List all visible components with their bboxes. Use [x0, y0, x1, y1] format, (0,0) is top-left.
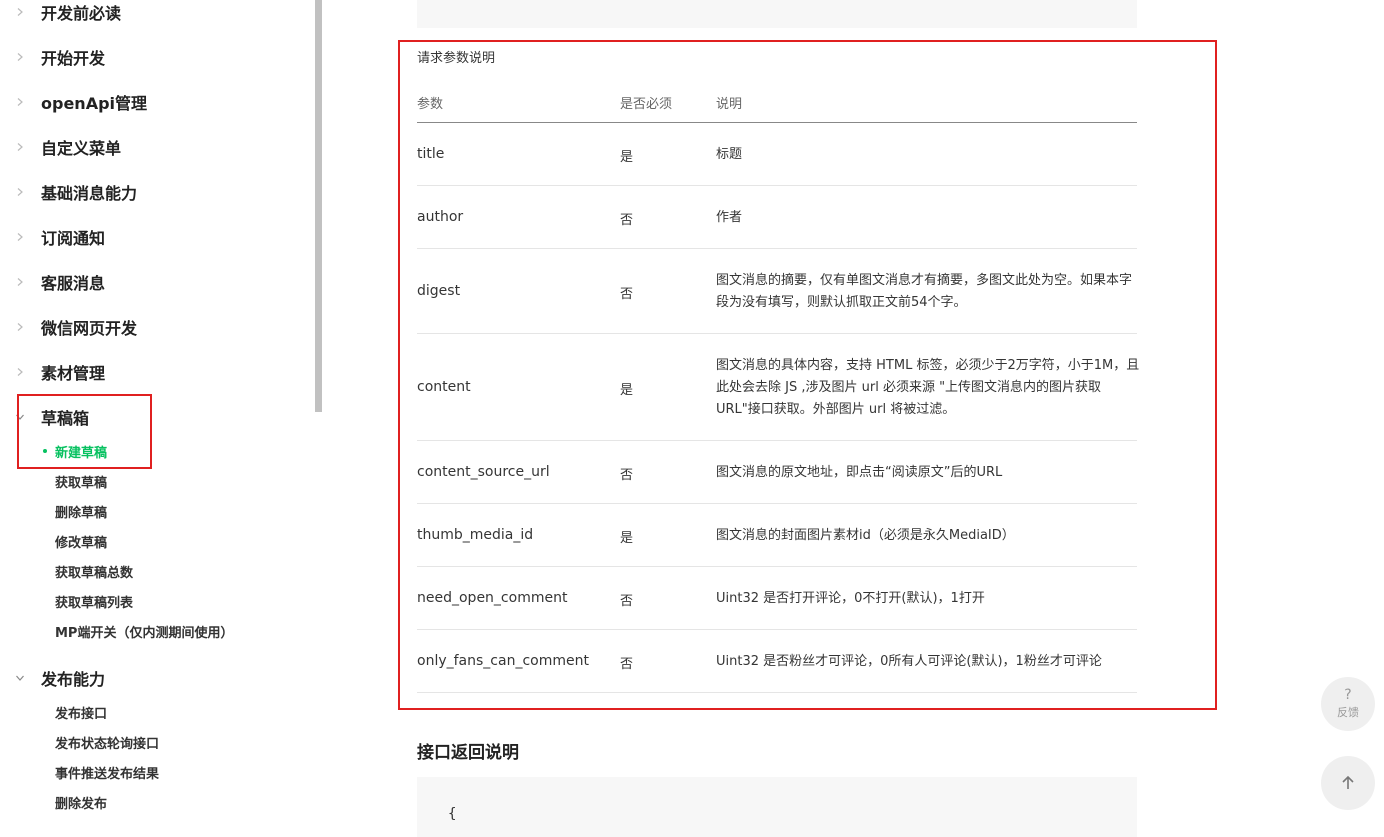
sidebar-item-label: 发布能力 — [41, 670, 106, 689]
code-block-return — [417, 777, 1137, 837]
cell-param: thumb_media_id — [417, 526, 534, 543]
chevron-down-icon — [14, 672, 26, 684]
sidebar-item-label: 素材管理 — [41, 364, 106, 383]
cell-param: digest — [417, 282, 461, 299]
sidebar-item-1[interactable]: 开始开发 — [0, 45, 300, 69]
sidebar-item-0[interactable]: 开发前必读 — [0, 0, 300, 24]
chevron-right-icon — [14, 6, 26, 18]
draft-sub-item[interactable]: 获取草稿总数 — [55, 562, 133, 581]
chevron-right-icon — [14, 366, 26, 378]
sidebar-item-8[interactable]: 素材管理 — [0, 360, 300, 384]
cell-required: 是 — [620, 382, 634, 398]
cell-desc: 标题 — [716, 146, 743, 162]
sidebar-item-6[interactable]: 客服消息 — [0, 270, 300, 294]
chevron-right-icon — [14, 141, 26, 153]
cell-desc: 图文消息的摘要，仅有单图文消息才有摘要，多图文此处为空。如果本字段为没有填写，则… — [716, 272, 1133, 310]
cell-desc: 作者 — [716, 209, 743, 225]
cell-param: author — [417, 208, 464, 225]
back-to-top-button[interactable] — [1321, 756, 1375, 810]
cell-param: title — [417, 145, 445, 162]
active-bullet — [43, 449, 47, 453]
sidebar-item-label: 微信网页开发 — [41, 319, 138, 338]
cell-required: 是 — [620, 530, 634, 546]
arrow-up-icon — [1342, 775, 1354, 789]
table-row: content 是 图文消息的具体内容，支持 HTML 标签，必须少于2万字符，小于… — [417, 334, 1140, 441]
chevron-right-icon — [14, 96, 26, 108]
sidebar-scrollbar[interactable] — [315, 0, 322, 412]
chevron-right-icon — [14, 321, 26, 333]
sidebar-item-label: openApi管理 — [41, 94, 148, 113]
feedback-button[interactable]: ? 反馈 — [1321, 677, 1375, 731]
code-brace: { — [448, 806, 457, 822]
cell-required: 是 — [620, 149, 634, 165]
chevron-right-icon — [14, 276, 26, 288]
draft-sub-item[interactable]: 新建草稿 — [55, 442, 107, 461]
draft-sub-item[interactable]: 获取草稿 — [55, 472, 107, 491]
table-row: digest 否 图文消息的摘要，仅有单图文消息才有摘要，多图文此处为空。如果本字段… — [417, 249, 1137, 334]
sidebar-item-label: 自定义菜单 — [41, 139, 122, 158]
params-table: 参数 是否必须 说明 title 是标题 author 否作者 digest 否图文消息的… — [417, 80, 1140, 693]
sidebar-item-4[interactable]: 基础消息能力 — [0, 180, 300, 204]
header-required: 是否必须 — [620, 97, 673, 112]
table-row: title 是 标题 — [417, 123, 1137, 186]
table-row: content_source_url 否 图文消息的原文地址，即点击“阅读原文”后的… — [417, 441, 1137, 504]
draft-sub-item[interactable]: MP端开关（仅内测期间使用） — [55, 622, 233, 641]
sidebar-item-label: 基础消息能力 — [41, 184, 138, 203]
cell-desc: 图文消息的具体内容，支持 HTML 标签，必须少于2万字符，小于1M，且此处会去… — [716, 357, 1140, 417]
chevron-right-icon — [14, 51, 26, 63]
cell-desc: 图文消息的封面图片素材id（必须是永久MediaID） — [716, 527, 1015, 543]
sidebar-item-label: 开始开发 — [41, 49, 106, 68]
draft-sub-item[interactable]: 获取草稿列表 — [55, 592, 133, 611]
chevron-down-icon — [14, 411, 26, 423]
cell-required: 否 — [620, 656, 634, 672]
cell-required: 否 — [620, 593, 634, 609]
table-header: 参数 是否必须 说明 — [417, 80, 1137, 123]
cell-required: 否 — [620, 286, 634, 302]
sidebar-item-label: 客服消息 — [41, 274, 106, 293]
sidebar-item-5[interactable]: 订阅通知 — [0, 225, 300, 249]
chevron-right-icon — [14, 231, 26, 243]
cell-desc: Uint32 是否打开评论，0不打开(默认)，1打开 — [716, 590, 985, 606]
sidebar-item-label: 草稿箱 — [41, 409, 90, 428]
question-icon: ? — [1344, 687, 1352, 703]
draft-sub-item[interactable]: 修改草稿 — [55, 532, 107, 551]
publish-sub-item[interactable]: 事件推送发布结果 — [55, 763, 159, 782]
return-heading: 接口返回说明 — [417, 743, 519, 763]
sidebar-item-3[interactable]: 自定义菜单 — [0, 135, 300, 159]
sidebar-item-9[interactable]: 草稿箱 — [0, 405, 300, 429]
table-row: need_open_comment 否 Uint32 是否打开评论，0不打开(默认)… — [417, 567, 1137, 630]
cell-required: 否 — [620, 212, 634, 228]
header-param: 参数 — [417, 97, 444, 112]
cell-required: 否 — [620, 467, 634, 483]
cell-param: content — [417, 378, 471, 395]
sidebar-item-10[interactable]: 发布能力 — [0, 666, 300, 690]
header-desc: 说明 — [716, 97, 743, 112]
table-row: only_fans_can_comment 否 Uint32 是否粉丝才可评论，0所… — [417, 630, 1137, 693]
draft-sub-item[interactable]: 删除草稿 — [55, 502, 107, 521]
cell-desc: Uint32 是否粉丝才可评论，0所有人可评论(默认)，1粉丝才可评论 — [716, 653, 1102, 669]
sidebar: 开发前必读开始开发 openApi管理 自定义菜单基础消息能力 订阅通知客服消息微信网… — [0, 0, 322, 818]
publish-sub-item[interactable]: 发布状态轮询接口 — [55, 733, 159, 752]
publish-sub-item[interactable]: 删除发布 — [55, 793, 107, 812]
table-row: author 否 作者 — [417, 186, 1137, 249]
sidebar-item-label: 订阅通知 — [41, 229, 106, 248]
code-block-top — [417, 0, 1137, 28]
cell-desc: 图文消息的原文地址，即点击“阅读原文”后的URL — [716, 464, 1003, 480]
cell-param: need_open_comment — [417, 589, 568, 606]
sidebar-item-2[interactable]: openApi管理 — [0, 90, 300, 114]
sidebar-item-7[interactable]: 微信网页开发 — [0, 315, 300, 339]
table-row: thumb_media_id 是 图文消息的封面图片素材id（必须是永久MediaI… — [417, 504, 1137, 567]
cell-param: content_source_url — [417, 463, 550, 480]
request-params-caption: 请求参数说明 — [417, 51, 496, 66]
cell-param: only_fans_can_comment — [417, 652, 589, 669]
feedback-label: 反馈 — [1337, 706, 1359, 719]
chevron-right-icon — [14, 186, 26, 198]
publish-sub-item[interactable]: 发布接口 — [55, 703, 107, 722]
sidebar-item-label: 开发前必读 — [41, 4, 122, 23]
